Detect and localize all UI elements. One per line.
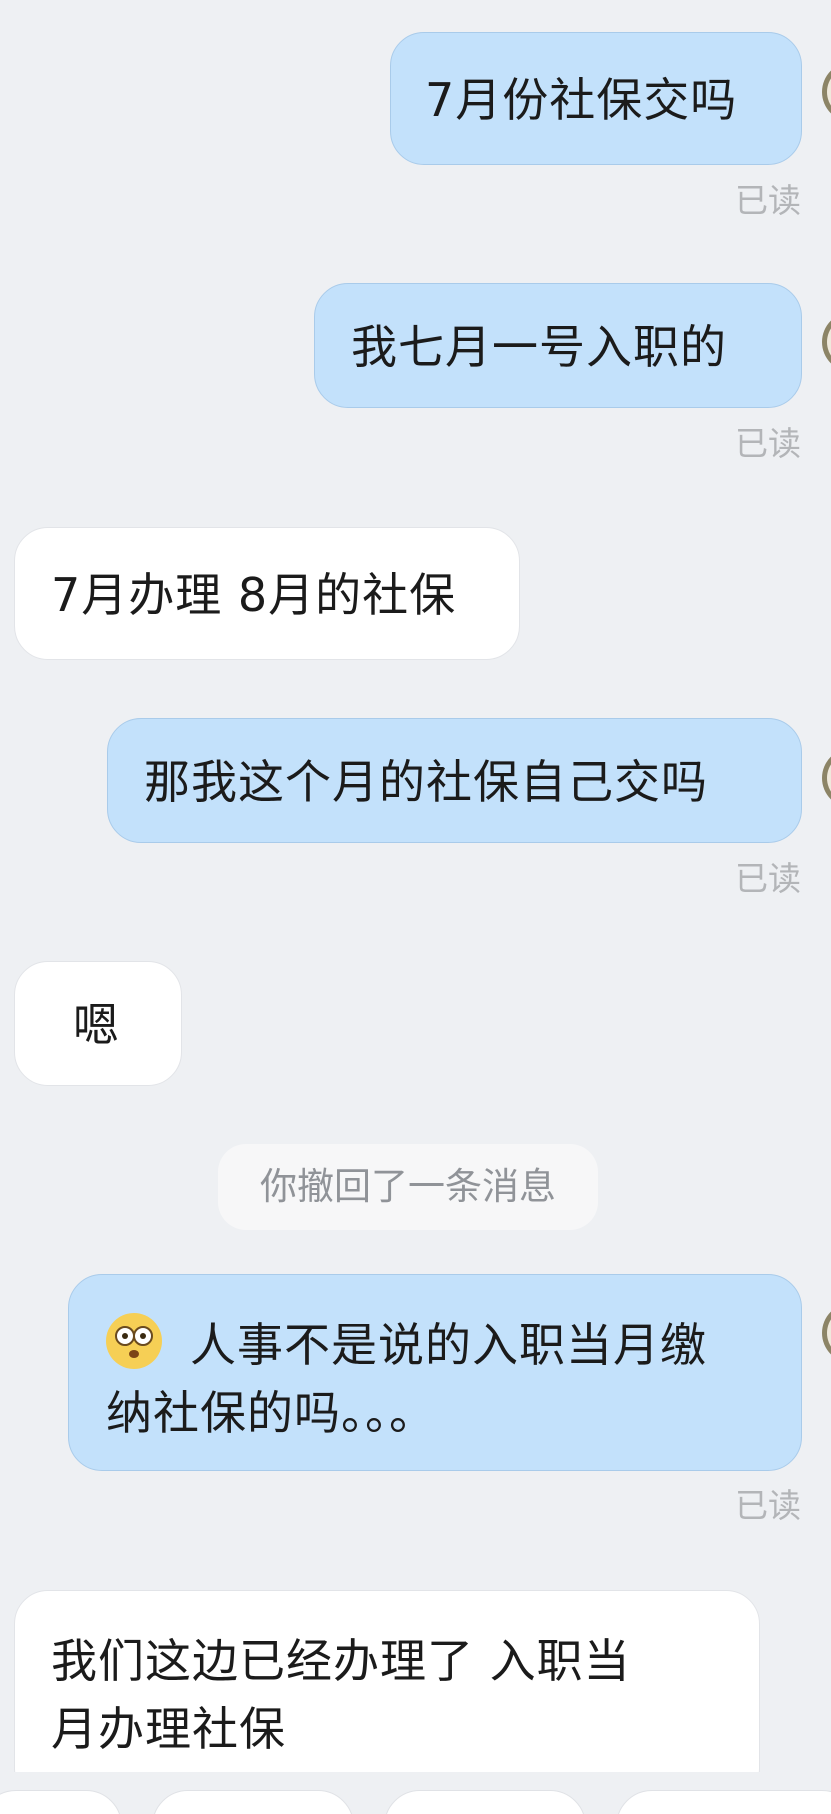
- read-status: 已读: [735, 1486, 801, 1525]
- message-line-2: 纳社保的吗。。。: [106, 1386, 436, 1440]
- read-status: 已读: [735, 424, 801, 463]
- read-status: 已读: [735, 181, 801, 220]
- message-bubble-outgoing[interactable]: 那我这个月的社保自己交吗: [107, 718, 802, 843]
- message-bubble-incoming[interactable]: 我们这边已经办理了 入职当 月办理社保: [14, 1590, 760, 1772]
- quick-reply-chip[interactable]: [0, 1790, 122, 1814]
- quick-reply-chip[interactable]: [384, 1790, 586, 1814]
- read-status: 已读: [735, 859, 801, 898]
- quick-reply-chip[interactable]: [152, 1790, 354, 1814]
- message-text: 我七月一号入职的: [351, 320, 727, 374]
- avatar[interactable]: [822, 312, 831, 372]
- message-text: 7月办理 8月的社保: [51, 568, 457, 622]
- message-line-1: 我们这边已经办理了 入职当: [51, 1634, 631, 1688]
- quick-reply-bar: [0, 1772, 831, 1814]
- avatar[interactable]: [822, 748, 831, 808]
- message-text: 那我这个月的社保自己交吗: [144, 755, 708, 809]
- avatar[interactable]: [822, 62, 831, 122]
- chat-message-list[interactable]: 7月份社保交吗 已读 我七月一号入职的 已读 7月办理 8月的社保 那我这个月的…: [0, 0, 831, 1772]
- quick-reply-chip[interactable]: [616, 1790, 831, 1814]
- message-bubble-outgoing[interactable]: 人事不是说的入职当月缴 纳社保的吗。。。: [68, 1274, 802, 1471]
- message-bubble-outgoing[interactable]: 我七月一号入职的: [314, 283, 802, 408]
- recall-notice: 你撤回了一条消息: [218, 1144, 598, 1230]
- message-bubble-outgoing[interactable]: 7月份社保交吗: [390, 32, 802, 165]
- message-bubble-incoming[interactable]: 7月办理 8月的社保: [14, 527, 520, 660]
- message-line-1: 人事不是说的入职当月缴: [106, 1311, 801, 1379]
- avatar[interactable]: [822, 1303, 831, 1363]
- message-text: 7月份社保交吗: [425, 73, 738, 127]
- message-text: 人事不是说的入职当月缴: [190, 1318, 707, 1372]
- message-bubble-incoming[interactable]: 嗯: [14, 961, 182, 1086]
- message-text: 嗯: [73, 998, 120, 1052]
- message-line-2: 月办理社保: [51, 1702, 286, 1756]
- flushed-face-icon: [106, 1313, 162, 1369]
